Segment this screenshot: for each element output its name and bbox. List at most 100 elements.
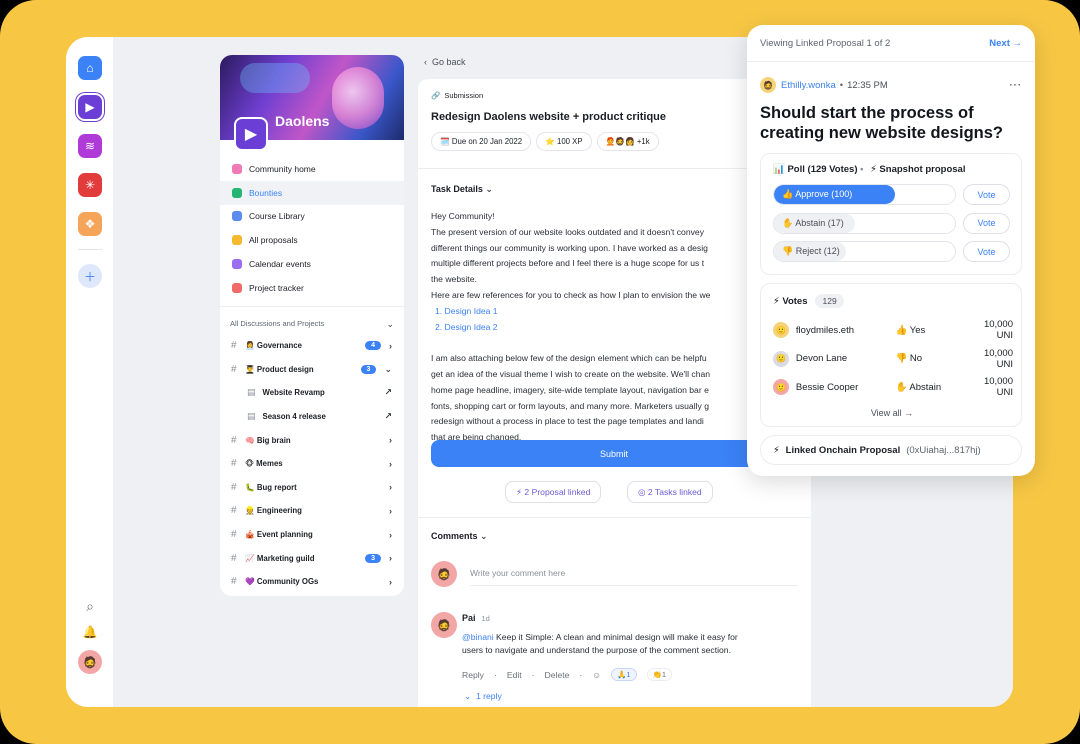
linked-proposal-card: Viewing Linked Proposal 1 of 2 Next → 🧔 …	[747, 25, 1035, 476]
comment-input[interactable]: Write your comment here	[470, 568, 798, 586]
view-all-votes-link[interactable]: View all →	[761, 408, 1023, 418]
sidebar-item-label: Community home	[249, 163, 316, 174]
next-proposal-button[interactable]: Next →	[989, 38, 1022, 49]
proposal-linked-button[interactable]: ⚡ 2 Proposal linked	[505, 481, 602, 503]
delete-button[interactable]: Delete	[545, 670, 570, 680]
channel-item[interactable]: # 📈 Marketing guild 3 ›	[220, 546, 404, 570]
channel-item[interactable]: # 🐵 Memes ›	[220, 452, 404, 476]
proposal-author: 🧔 Ethilly.wonka • 12:35 PM ···	[760, 77, 1022, 93]
proposal-pager: Viewing Linked Proposal 1 of 2 Next →	[760, 38, 1022, 49]
submission-tag: 🔗 Submission	[431, 91, 483, 100]
tasks-linked-button[interactable]: ◎ 2 Tasks linked	[627, 481, 713, 503]
poll-title: Poll (129 Votes)	[787, 164, 858, 175]
task-title: Redesign Daolens website + product criti…	[431, 111, 667, 123]
project-item[interactable]: ▤ Season 4 release ↗	[220, 405, 404, 429]
comments-toggle[interactable]: Comments ⌄	[431, 531, 488, 542]
home-icon[interactable]: ⌂	[78, 56, 102, 80]
voter-choice: 👎 No	[895, 353, 923, 364]
community-logo: ▶	[234, 117, 268, 151]
votes-header: ⚡ Votes 129	[773, 294, 844, 308]
unread-badge: 3	[360, 364, 377, 374]
due-date-chip: 🗓️ Due on 20 Jan 2022	[431, 132, 532, 151]
user-avatar[interactable]: 🧔	[78, 650, 102, 674]
hash-icon: #	[231, 529, 237, 541]
edit-button[interactable]: Edit	[507, 670, 522, 680]
channel-item[interactable]: # 💜 Community OGs ›	[220, 570, 404, 594]
vote-button[interactable]: Vote	[963, 212, 1010, 234]
go-back-link[interactable]: ‹ Go back	[424, 57, 466, 67]
poll-option[interactable]: ✋ Abstain (17)	[773, 212, 956, 234]
external-link-icon: ↗	[384, 411, 392, 422]
channel-label: 🎪 Event planning	[245, 530, 313, 540]
voter-amount: 10,000 UNI	[983, 376, 1013, 398]
reaction-pray[interactable]: 🙏1	[611, 668, 637, 681]
poll-card: 📊 Poll (129 Votes) • ⚡ Snapshot proposal…	[760, 153, 1022, 275]
community-4-icon[interactable]: ❖	[78, 212, 102, 236]
voter-choice: 👍 Yes	[895, 324, 926, 336]
task-details-toggle[interactable]: Task Details ⌄	[431, 184, 493, 195]
hash-icon: #	[231, 505, 237, 517]
bell-icon[interactable]: 🔔	[78, 620, 102, 644]
channel-item[interactable]: # 👷 Engineering ›	[220, 499, 404, 523]
add-community-icon[interactable]: ＋	[78, 264, 102, 288]
poll-option[interactable]: 👎 Reject (12)	[773, 241, 956, 262]
tasks-linked-label: 2 Tasks linked	[647, 487, 702, 497]
channel-item[interactable]: # 🐛 Bug report ›	[220, 476, 404, 500]
comment-author: Pai 1d	[462, 613, 490, 623]
daolens-community-icon[interactable]: ▶	[78, 95, 102, 119]
poll-option[interactable]: 👍 Approve (100)	[773, 184, 956, 205]
participants-chip[interactable]: 🧑‍🦰🧔👩 +1k	[596, 132, 659, 151]
voter-choice: ✋ Abstain	[895, 381, 942, 393]
discussions-header[interactable]: All Discussions and Projects ⌄	[230, 319, 394, 330]
submit-button[interactable]: Submit	[431, 440, 797, 467]
add-reaction-icon[interactable]: ☺	[592, 670, 601, 680]
community-sidebar: Daolens ▶ Community home Bounties Course L…	[220, 55, 404, 596]
comment-mention[interactable]: @binani	[462, 632, 494, 642]
reply-button[interactable]: Reply	[462, 670, 484, 680]
vote-button[interactable]: Vote	[963, 241, 1010, 262]
sidebar-item-all-proposals[interactable]: All proposals	[220, 228, 404, 252]
current-user-avatar: 🧔	[431, 561, 457, 587]
proposal-linked-label: 2 Proposal linked	[524, 487, 591, 497]
reaction-clap[interactable]: 👏1	[646, 668, 673, 681]
channel-item[interactable]: # 🎪 Event planning ›	[220, 523, 404, 547]
channel-item[interactable]: # 👨‍🎓 Product design 3 ⌄	[220, 358, 404, 382]
sidebar-item-label: Project tracker	[249, 282, 304, 293]
project-item[interactable]: ▤ Website Revamp ↗	[220, 381, 404, 405]
voter-amount: 10,000 UNI	[983, 319, 1013, 341]
community-3-icon[interactable]: ✳	[78, 173, 102, 197]
channel-label: 👷 Engineering	[245, 506, 302, 516]
votes-count: 129	[815, 294, 844, 308]
voter-name: Devon Lane	[795, 353, 848, 364]
poll-option-label: 👍 Approve (100)	[782, 189, 853, 199]
comment-text: @binani Keep it Simple: A clean and mini…	[462, 631, 792, 657]
sidebar-item-project-tracker[interactable]: Project tracker	[220, 276, 404, 300]
channel-item[interactable]: # 👩‍💼 Governance 4 ›	[220, 334, 404, 358]
proposal-time: 12:35 PM	[847, 79, 888, 91]
sidebar-item-community-home[interactable]: Community home	[220, 157, 404, 181]
xp-chip: ⭐ 100 XP	[536, 132, 592, 151]
linked-onchain-proposal[interactable]: ⚡ Linked Onchain Proposal (0xUiahaj...81…	[760, 435, 1022, 465]
channel-item[interactable]: # 🧠 Big brain ›	[220, 428, 404, 452]
search-icon[interactable]: ⌕	[78, 594, 102, 618]
nav-icon	[232, 235, 242, 246]
community-2-icon[interactable]: ≋	[78, 134, 102, 158]
more-options-icon[interactable]: ···	[1010, 80, 1023, 91]
unread-badge: 4	[365, 341, 381, 351]
votes-card: ⚡ Votes 129 🙂 floydmiles.eth 👍 Yes 10,000 U…	[760, 283, 1022, 427]
author-name[interactable]: Ethilly.wonka	[781, 80, 836, 91]
view-replies-link[interactable]: ⌄ 1 reply	[464, 691, 502, 702]
voter-row: 🙂 Devon Lane 👎 No 10,000 UNI	[773, 348, 1013, 370]
nav-icon	[232, 187, 242, 198]
community-nav: Community home Bounties Course Library All …	[220, 157, 404, 300]
vote-button[interactable]: Vote	[963, 184, 1010, 205]
hash-icon: #	[231, 340, 237, 352]
chevron-right-icon: ›	[389, 553, 392, 564]
sidebar-item-bounties[interactable]: Bounties	[220, 180, 404, 205]
task-meta: 🗓️ Due on 20 Jan 2022 ⭐ 100 XP 🧑‍🦰🧔👩 +1k	[431, 132, 659, 151]
sidebar-item-calendar-events[interactable]: Calendar events	[220, 252, 404, 276]
task-details-label: Task Details	[431, 184, 483, 194]
hash-icon: #	[231, 363, 237, 375]
sidebar-item-course-library[interactable]: Course Library	[220, 205, 404, 229]
divider	[747, 61, 1035, 62]
